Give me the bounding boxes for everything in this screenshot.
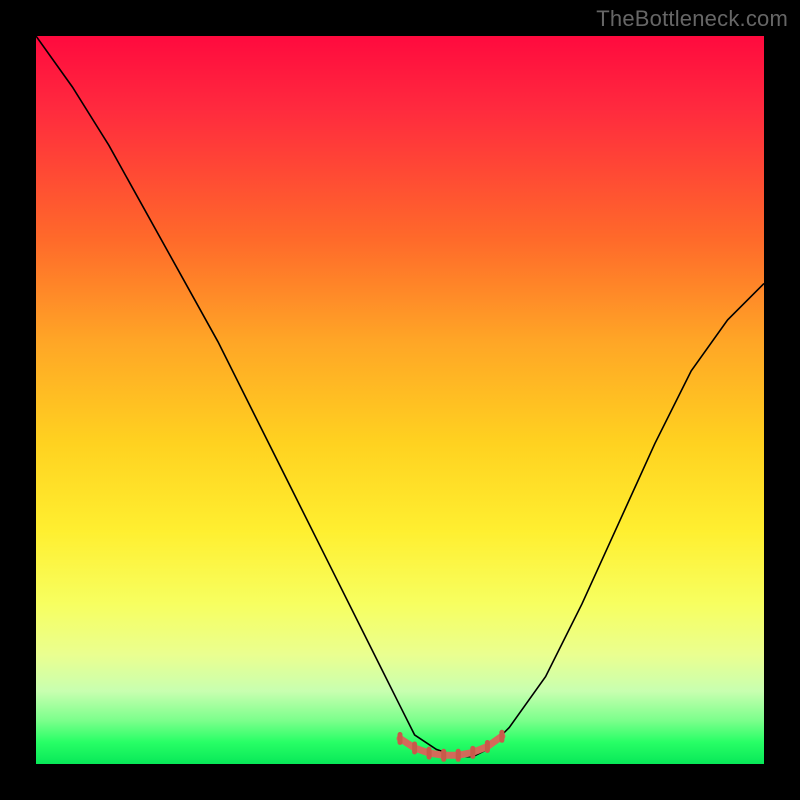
outer-frame: TheBottleneck.com	[0, 0, 800, 800]
chart-svg	[36, 36, 764, 764]
chart-plot-area	[36, 36, 764, 764]
bottleneck-curve-line	[36, 36, 764, 757]
watermark-text: TheBottleneck.com	[596, 6, 788, 32]
